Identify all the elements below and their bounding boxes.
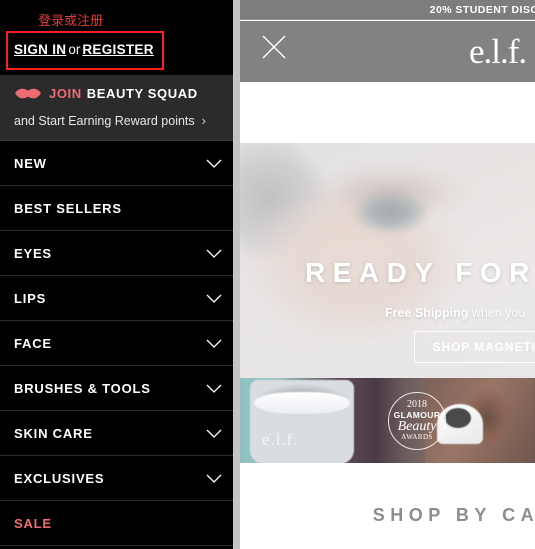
beauty-squad-headline: JOIN BEAUTY SQUAD (14, 86, 198, 101)
nav-item-label: NEW (14, 155, 47, 171)
nav-item-label: SKIN CARE (14, 425, 93, 441)
chevron-down-icon[interactable] (203, 152, 225, 174)
promo-banner-text: 20% STUDENT DISCO (429, 3, 535, 16)
auth-links: SIGN IN or REGISTER (14, 42, 154, 57)
shop-magnetic-button[interactable]: SHOP MAGNETIC (414, 331, 535, 363)
auth-separator: or (68, 42, 81, 57)
nav-item-brushes-tools[interactable]: BRUSHES & TOOLS (0, 366, 233, 411)
nav-item-sale[interactable]: SALE (0, 501, 233, 546)
nav-item-skin-care[interactable]: SKIN CARE (0, 411, 233, 456)
chevron-down-icon[interactable] (203, 377, 225, 399)
glamour-award-seal: 2018 GLAMOUR Beauty AWARDS (388, 392, 446, 450)
nav-item-exclusives[interactable]: EXCLUSIVES (0, 456, 233, 501)
promo-banner[interactable]: 20% STUDENT DISCO (240, 0, 535, 20)
nav-item-eyes[interactable]: EYES (0, 231, 233, 276)
drawer-scrollbar[interactable] (233, 0, 240, 549)
page-content: 20% STUDENT DISCO e.l.f. READY FOR Free … (240, 0, 535, 549)
elf-logo-text: e.l.f. (469, 32, 527, 71)
hero-subtitle: Free Shipping when you (385, 306, 525, 320)
shop-by-category-heading: SHOP BY CAT (372, 504, 535, 525)
nav-item-best-sellers[interactable]: BEST SELLERS (0, 186, 233, 231)
nav-item-face[interactable]: FACE (0, 321, 233, 366)
auth-zone: 登录或注册 SIGN IN or REGISTER (0, 0, 233, 75)
nav-item-label: BRUSHES & TOOLS (14, 380, 151, 396)
nav-list: NEW BEST SELLERS EYES LIPS FACE BRUSHES … (0, 141, 233, 546)
nav-item-label: EXCLUSIVES (14, 470, 105, 486)
site-header: e.l.f. (240, 21, 535, 82)
nav-item-label: FACE (14, 335, 52, 351)
chevron-down-icon[interactable] (203, 242, 225, 264)
hero-title: READY FOR (305, 257, 535, 288)
shop-by-category-section: SHOP BY CAT (240, 495, 535, 535)
lips-icon (14, 87, 42, 100)
award-banner[interactable]: e.l.f. 2018 GLAMOUR Beauty AWARDS (240, 378, 535, 463)
chevron-down-icon[interactable] (203, 422, 225, 444)
register-link[interactable]: REGISTER (82, 42, 153, 57)
beauty-squad-join-label: JOIN (49, 86, 82, 101)
nav-item-new[interactable]: NEW (0, 141, 233, 186)
chevron-down-icon[interactable] (203, 287, 225, 309)
close-icon[interactable] (259, 32, 289, 62)
nav-item-label: SALE (14, 515, 52, 531)
product-jar-lid (254, 392, 350, 414)
sign-in-link[interactable]: SIGN IN (14, 42, 66, 57)
browser-viewport: 20% STUDENT DISCO e.l.f. READY FOR Free … (0, 0, 535, 549)
seal-word: Beauty (397, 418, 437, 434)
hero-subtitle-bold: Free Shipping (385, 306, 469, 320)
nav-drawer: 登录或注册 SIGN IN or REGISTER JOIN BEAUTY SQUA… (0, 0, 233, 549)
nav-item-lips[interactable]: LIPS (0, 276, 233, 321)
nav-item-label: EYES (14, 245, 52, 261)
beauty-squad-promo[interactable]: JOIN BEAUTY SQUAD and Start Earning Rewa… (0, 75, 233, 141)
beauty-squad-subtitle: and Start Earning Reward points (14, 113, 195, 128)
seal-awards: AWARDS (401, 433, 433, 442)
nav-item-label: LIPS (14, 290, 47, 306)
beauty-squad-name-label: BEAUTY SQUAD (86, 86, 198, 101)
hero-banner[interactable]: READY FOR Free Shipping when you SHOP MA… (240, 143, 535, 378)
elf-logo[interactable]: e.l.f. (469, 30, 533, 74)
hero-subtitle-rest: when you (468, 306, 526, 320)
annotation-note: 登录或注册 (38, 14, 104, 29)
product-jar-brand: e.l.f. (262, 430, 299, 449)
chevron-down-icon[interactable] (203, 467, 225, 489)
hero-copy: READY FOR Free Shipping when you SHOP MA… (240, 143, 535, 378)
chevron-down-icon[interactable] (203, 332, 225, 354)
nav-item-label: BEST SELLERS (14, 200, 122, 216)
beauty-squad-subtitle-row: and Start Earning Reward points › (14, 113, 206, 128)
chevron-right-icon: › (201, 113, 207, 128)
